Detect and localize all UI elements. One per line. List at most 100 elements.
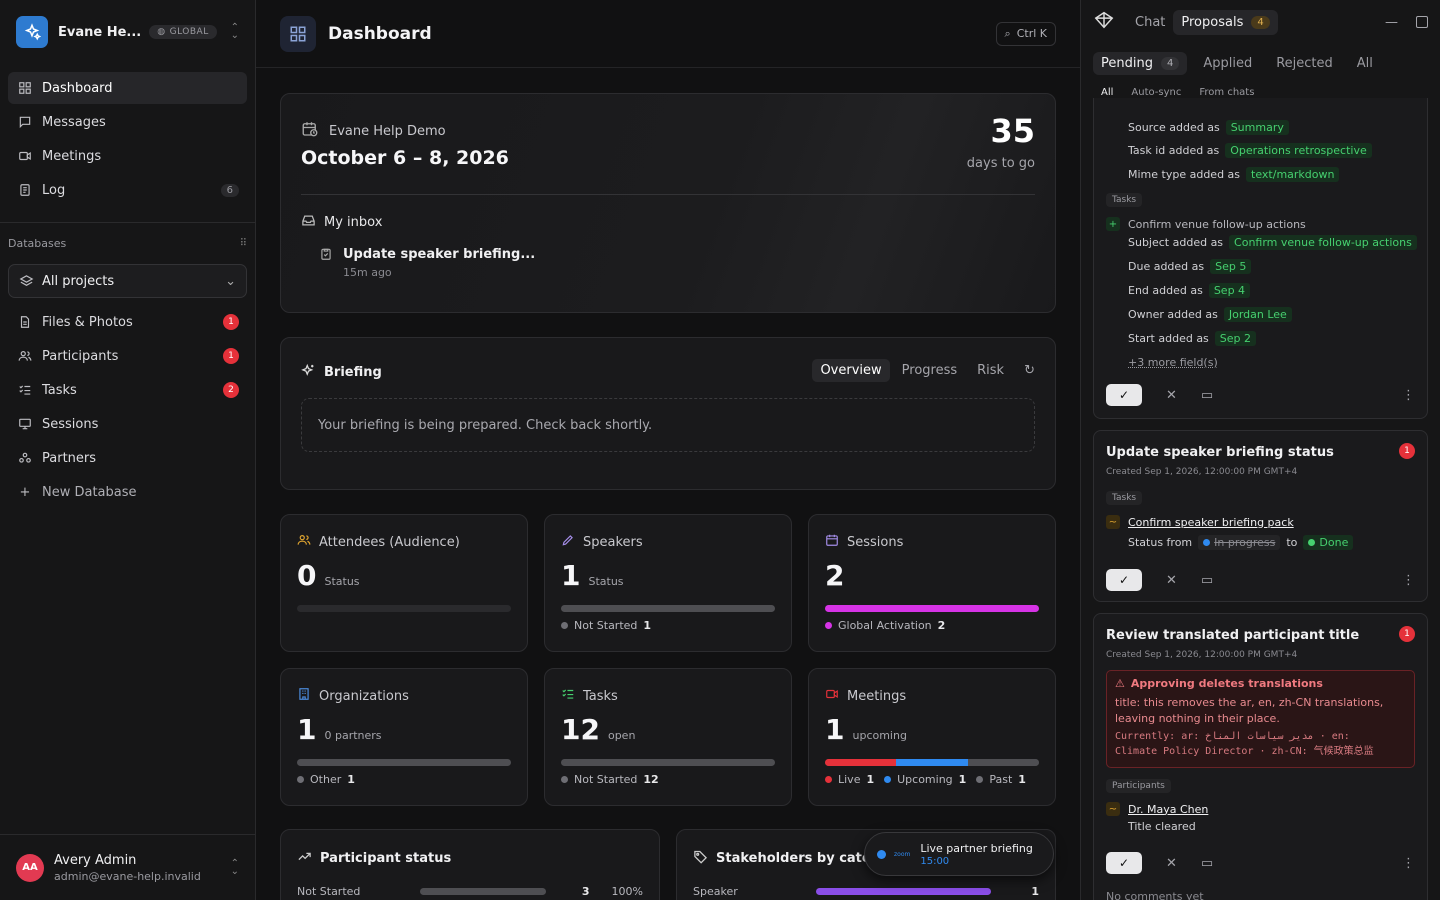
event-card: Evane Help Demo October 6 – 8, 2026 35 d… [280,93,1056,313]
approve-button[interactable]: ✓ [1106,384,1142,406]
stat-value: 12 [561,713,600,746]
project-select-value: All projects [42,273,115,289]
project-select[interactable]: All projects ⌄ [8,264,247,298]
more-icon[interactable]: ⋮ [1402,388,1415,403]
db-item-partners[interactable]: Partners [8,442,247,474]
users-icon [297,533,311,551]
tab-progress[interactable]: Progress [894,359,965,382]
db-item-files-photos[interactable]: Files & Photos 1 [8,306,247,338]
stat-card-organizations[interactable]: Organizations 1 0 partners Other 1 [280,668,528,806]
stat-title: Attendees (Audience) [319,534,460,550]
changed-record[interactable]: ~ Confirm speaker briefing pack [1106,515,1294,529]
comment-icon[interactable]: ▭ [1201,573,1213,588]
db-label: Participants [42,348,119,364]
more-fields-link[interactable]: +3 more field(s) [1128,356,1218,369]
field-change: Owner added as Jordan Lee [1128,307,1292,322]
warning-icon: ⚠ [1115,677,1125,690]
reject-icon[interactable]: ✕ [1166,573,1177,588]
refresh-icon[interactable]: ↻ [1024,363,1035,378]
minimize-icon[interactable]: — [1385,15,1398,30]
user-menu[interactable]: AA Avery Admin admin@evane-help.invalid … [0,834,255,900]
nav-label: Meetings [42,148,102,164]
proposal-list[interactable]: Source added as Summary Task id added as O… [1093,98,1428,900]
live-meeting-toast[interactable]: zoom Live partner briefing 15:00 [864,832,1054,876]
db-item-sessions[interactable]: Sessions [8,408,247,440]
field-change: Due added as Sep 5 [1128,259,1252,274]
filter-all[interactable]: All [1349,52,1381,75]
stat-card-speakers[interactable]: Speakers 1 Status Not Started 1 [544,514,792,652]
legend-item: Not Started 12 [561,773,659,786]
comment-icon[interactable]: ▭ [1201,388,1213,403]
approve-button[interactable]: ✓ [1106,569,1142,591]
search-button[interactable]: ⌕ Ctrl K [995,21,1056,46]
changed-record[interactable]: ~ Dr. Maya Chen [1106,802,1208,816]
source-filter-all[interactable]: All [1101,87,1113,98]
nav-item-messages[interactable]: Messages [8,106,247,138]
bar-segment-upcoming [896,759,968,766]
tab-overview[interactable]: Overview [812,359,890,382]
presentation-icon [16,415,34,433]
checklist-icon [16,381,34,399]
stat-title: Speakers [583,534,643,550]
proposal-card: Source added as Summary Task id added as O… [1093,98,1428,419]
db-item-tasks[interactable]: Tasks 2 [8,374,247,406]
legend-item: Upcoming 1 [884,773,966,786]
dashboard-icon [16,79,34,97]
filter-applied[interactable]: Applied [1195,52,1260,75]
nav-item-meetings[interactable]: Meetings [8,140,247,172]
event-organization: Evane Help Demo [329,123,446,139]
tab-chat[interactable]: Chat [1127,10,1173,35]
maximize-icon[interactable] [1416,16,1428,28]
chevron-updown-icon[interactable]: ⌃ ⌄ [231,23,239,41]
panel-header: Chat Proposals 4 — [1081,0,1440,44]
legend-item: Past 1 [976,773,1026,786]
filter-pending[interactable]: Pending 4 [1093,52,1188,75]
field-change: Title cleared [1128,820,1196,833]
field-change: Mime type added as text/markdown [1128,167,1340,182]
checklist-icon [561,687,575,705]
more-icon[interactable]: ⋮ [1402,573,1415,588]
stat-value: 1 [297,713,317,746]
stat-card-sessions[interactable]: Sessions 2 Global Activation 2 [808,514,1056,652]
plus-icon: + [1106,217,1120,231]
comment-icon[interactable]: ▭ [1201,856,1213,871]
trending-up-icon [297,849,312,868]
stat-sub: upcoming [852,729,907,742]
nav-item-log[interactable]: Log 6 [8,174,247,206]
assistant-panel: Chat Proposals 4 — Pending 4 Applied Rej… [1080,0,1440,900]
drag-handle-icon[interactable]: ⠿ [240,238,247,249]
stat-card-tasks[interactable]: Tasks 12 open Not Started 12 [544,668,792,806]
tab-risk[interactable]: Risk [969,359,1012,382]
bar-segment-past [967,759,1039,766]
divider [0,222,255,223]
proposal-title: Update speaker briefing status [1106,445,1334,460]
filter-rejected[interactable]: Rejected [1268,52,1341,75]
status-change: Status from In progress to Done [1128,535,1354,550]
countdown-value: 35 [990,112,1035,150]
tab-proposals[interactable]: Proposals 4 [1173,9,1278,35]
field-change: Source added as Summary [1128,120,1289,135]
db-item-participants[interactable]: Participants 1 [8,340,247,372]
stat-bar [297,605,511,612]
source-filter-chats[interactable]: From chats [1199,87,1254,98]
stat-value: 1 [825,713,845,746]
reject-icon[interactable]: ✕ [1166,856,1177,871]
more-icon[interactable]: ⋮ [1402,856,1415,871]
inbox-item[interactable]: Update speaker briefing... 15m ago [319,247,535,279]
legend-item: Live 1 [825,773,874,786]
stat-card-attendees[interactable]: Attendees (Audience) 0 Status [280,514,528,652]
new-database-label: New Database [42,484,137,500]
nav-label: Messages [42,114,106,130]
new-database-button[interactable]: + New Database [8,476,247,508]
nav-item-dashboard[interactable]: Dashboard [8,72,247,104]
field-change: End added as Sep 4 [1128,283,1251,298]
stat-title: Sessions [847,534,904,550]
reject-icon[interactable]: ✕ [1166,388,1177,403]
workspace-switcher[interactable]: Evane He... ◍ GLOBAL ⌃ ⌄ [0,0,255,64]
countdown-label: days to go [966,156,1035,171]
proposal-actions: ✓ ✕ ▭ ⋮ [1106,569,1415,591]
stat-card-meetings[interactable]: Meetings 1 upcoming Live 1 Upcoming 1 Past 1 [808,668,1056,806]
approve-button[interactable]: ✓ [1106,852,1142,874]
source-filter-autosync[interactable]: Auto-sync [1131,87,1181,98]
stat-title: Tasks [583,688,618,704]
